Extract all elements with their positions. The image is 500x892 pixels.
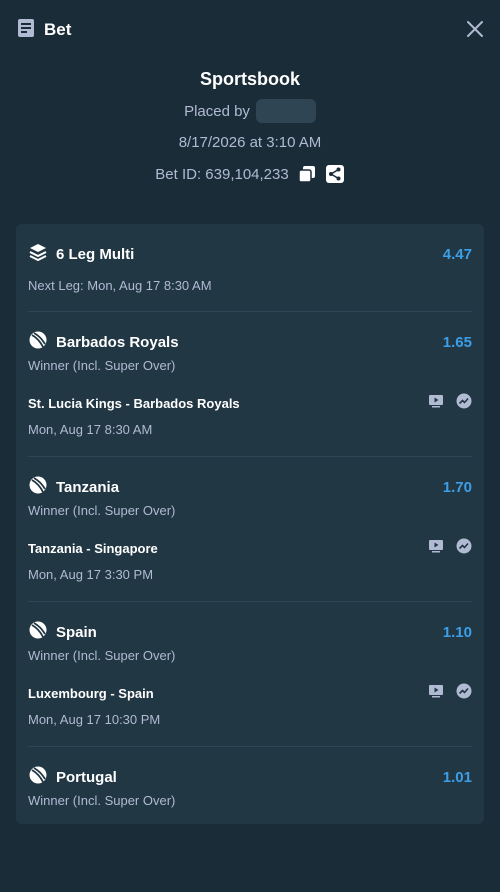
placed-by-label: Placed by <box>184 102 250 120</box>
share-icon[interactable] <box>325 164 345 184</box>
layers-icon <box>28 242 48 267</box>
bet-source: Sportsbook <box>199 69 300 89</box>
leg-time: Mon, Aug 17 10:30 PM <box>28 712 161 727</box>
multi-label: 6 Leg Multi <box>56 246 135 263</box>
leg-item: Tanzania 1.70 Winner (Incl. Super Over) … <box>28 457 472 602</box>
next-leg: Next Leg: Mon, Aug 17 8:30 AM <box>28 278 212 293</box>
leg-selection: Portugal <box>56 769 117 786</box>
receipt-icon <box>16 18 36 43</box>
leg-selection: Spain <box>56 624 97 641</box>
cricket-ball-icon <box>28 765 48 790</box>
username-masked[interactable] <box>255 99 316 123</box>
leg-time: Mon, Aug 17 8:30 AM <box>28 422 153 437</box>
modal-header: Bet <box>0 0 500 60</box>
multi-header: 6 Leg Multi 4.47 Next Leg: Mon, Aug 17 8… <box>28 224 472 312</box>
bet-summary: Sportsbook Placed by 8/17/2026 at 3:10 A… <box>0 64 500 187</box>
leg-item: Portugal 1.01 Winner (Incl. Super Over) <box>28 747 472 892</box>
bet-datetime: 8/17/2026 at 3:10 AM <box>178 134 322 151</box>
live-stream-icon[interactable] <box>428 394 444 413</box>
leg-item: Barbados Royals 1.65 Winner (Incl. Super… <box>28 312 472 457</box>
leg-market: Winner (Incl. Super Over) <box>28 358 176 373</box>
leg-market: Winner (Incl. Super Over) <box>28 503 176 518</box>
leg-selection: Tanzania <box>56 479 120 496</box>
leg-item: Spain 1.10 Winner (Incl. Super Over) Lux… <box>28 602 472 747</box>
stats-icon[interactable] <box>456 683 472 704</box>
leg-match[interactable]: Luxembourg - Spain <box>28 686 154 701</box>
leg-odds: 1.65 <box>442 334 472 351</box>
leg-time: Mon, Aug 17 3:30 PM <box>28 567 154 582</box>
live-stream-icon[interactable] <box>428 539 444 558</box>
leg-match[interactable]: Tanzania - Singapore <box>28 541 158 556</box>
stats-icon[interactable] <box>456 393 472 414</box>
cricket-ball-icon <box>28 620 48 645</box>
cricket-ball-icon <box>28 330 48 355</box>
live-stream-icon[interactable] <box>428 684 444 703</box>
leg-odds: 1.01 <box>442 769 472 786</box>
leg-market: Winner (Incl. Super Over) <box>28 793 176 808</box>
close-icon[interactable] <box>466 20 484 38</box>
copy-icon[interactable] <box>297 164 317 184</box>
leg-odds: 1.10 <box>442 624 472 641</box>
bet-id-row: Bet ID: 639,104,233 <box>0 161 500 187</box>
leg-odds: 1.70 <box>442 479 472 496</box>
leg-match[interactable]: St. Lucia Kings - Barbados Royals <box>28 396 240 411</box>
header-title-group: Bet <box>16 18 71 43</box>
total-odds: 4.47 <box>442 246 472 263</box>
leg-market: Winner (Incl. Super Over) <box>28 648 176 663</box>
bet-id: Bet ID: 639,104,233 <box>155 165 289 183</box>
leg-selection: Barbados Royals <box>56 334 179 351</box>
stats-icon[interactable] <box>456 538 472 559</box>
modal-title: Bet <box>44 20 72 39</box>
bet-card: 6 Leg Multi 4.47 Next Leg: Mon, Aug 17 8… <box>16 224 484 824</box>
placed-by-row: Placed by <box>0 98 500 124</box>
cricket-ball-icon <box>28 475 48 500</box>
